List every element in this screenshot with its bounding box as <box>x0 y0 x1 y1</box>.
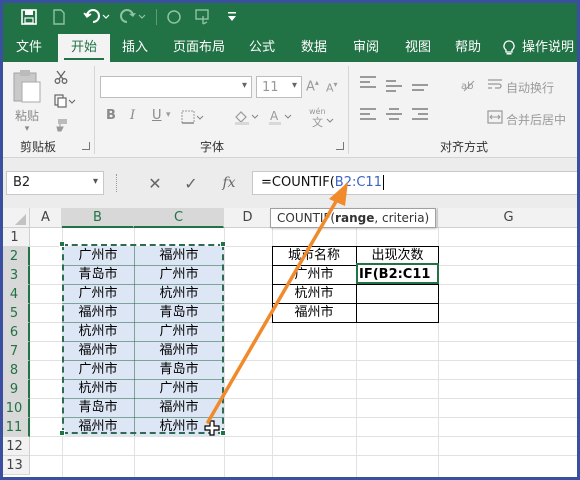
annotation-arrow <box>206 182 348 424</box>
